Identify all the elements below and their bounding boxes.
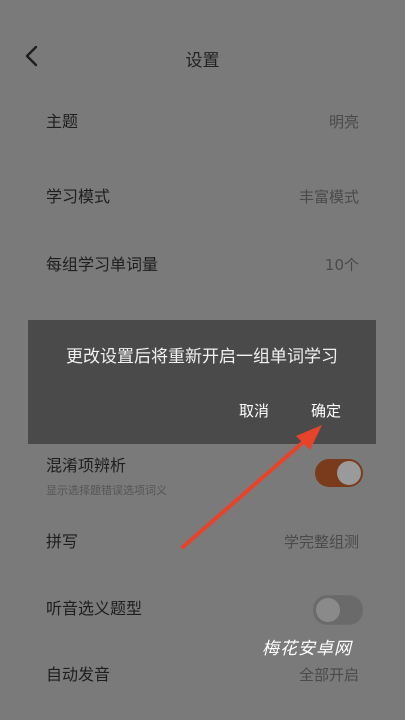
setting-theme[interactable]: 主题 明亮 bbox=[0, 110, 405, 160]
setting-words-per-group[interactable]: 每组学习单词量 10个 bbox=[0, 253, 405, 303]
confirm-button[interactable]: 确定 bbox=[311, 400, 341, 421]
setting-label: 自动发音 bbox=[46, 665, 111, 684]
setting-value: 学完整组测 bbox=[283, 533, 359, 551]
setting-label: 听音选义题型 bbox=[46, 599, 143, 618]
cancel-button[interactable]: 取消 bbox=[239, 400, 269, 421]
setting-confusion-analysis: 混淆项辨析 显示选择题错误选项词义 bbox=[0, 454, 405, 504]
setting-description: 显示选择题错误选项词义 bbox=[46, 484, 167, 497]
setting-label: 拼写 bbox=[46, 532, 79, 551]
dialog-message: 更改设置后将重新开启一组单词学习 bbox=[66, 347, 338, 367]
setting-value: 明亮 bbox=[328, 113, 359, 131]
confusion-toggle[interactable] bbox=[315, 459, 363, 487]
settings-page: 设置 主题 明亮 学习模式 丰富模式 每组学习单词量 10个 混淆项辨析 显示选… bbox=[0, 0, 405, 720]
setting-label: 混淆项辨析 bbox=[46, 456, 127, 475]
toggle-knob bbox=[337, 461, 361, 485]
setting-label: 学习模式 bbox=[46, 187, 111, 206]
setting-value: 丰富模式 bbox=[298, 188, 359, 206]
header-bar: 设置 bbox=[0, 28, 405, 88]
listening-toggle[interactable] bbox=[313, 595, 363, 625]
setting-label: 主题 bbox=[46, 112, 79, 131]
setting-spelling[interactable]: 拼写 学完整组测 bbox=[0, 530, 405, 580]
setting-value: 全部开启 bbox=[298, 666, 359, 684]
setting-label: 每组学习单词量 bbox=[46, 255, 159, 274]
toggle-knob bbox=[316, 598, 340, 622]
watermark-text: 梅花安卓网 bbox=[262, 639, 352, 659]
setting-auto-pronounce[interactable]: 自动发音 全部开启 bbox=[0, 663, 405, 713]
confirm-dialog: 更改设置后将重新开启一组单词学习 取消 确定 bbox=[28, 320, 376, 444]
setting-value: 10个 bbox=[324, 256, 359, 274]
setting-study-mode[interactable]: 学习模式 丰富模式 bbox=[0, 185, 405, 235]
page-title: 设置 bbox=[185, 51, 220, 71]
